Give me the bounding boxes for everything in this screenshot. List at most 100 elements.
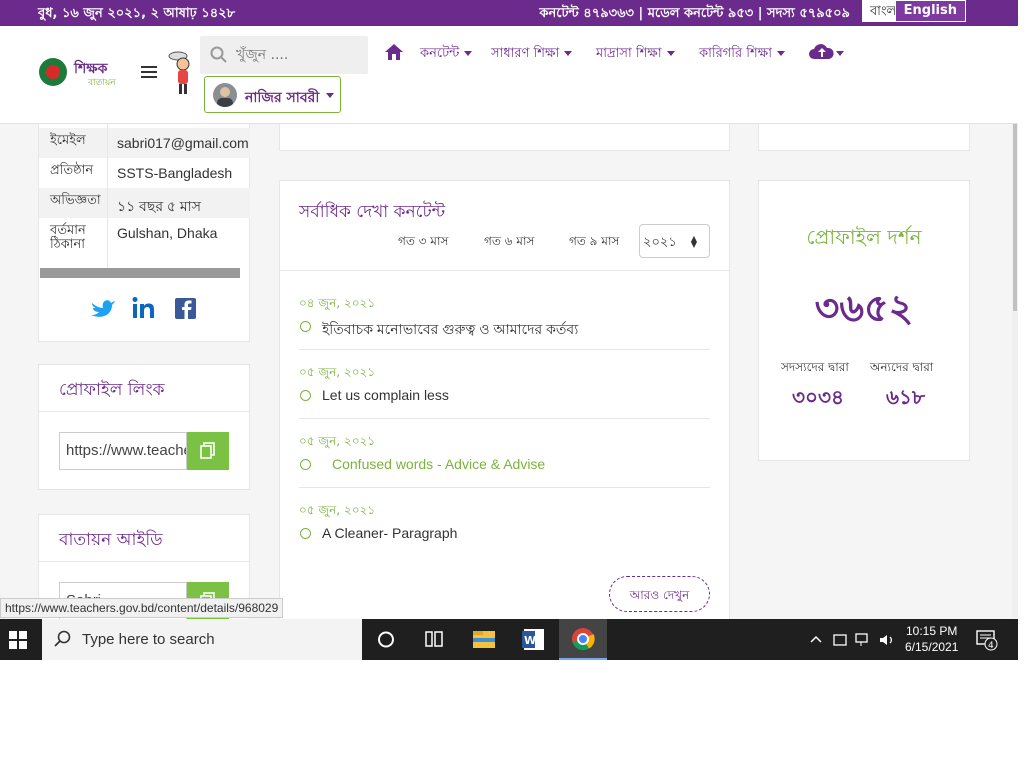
- info-key: প্রতিষ্ঠান: [50, 163, 94, 178]
- others-value: ৬১৮: [886, 385, 925, 409]
- search-icon: [54, 630, 72, 652]
- top-info-bar: বুধ, ১৬ জুন ২০২১, ২ আষাঢ় ১৪২৮ কনটেন্ট ৪…: [0, 0, 1018, 26]
- circle-icon: [300, 459, 311, 470]
- members-label: সদস্যদের দ্বারা: [781, 360, 849, 374]
- task-view-icon[interactable]: [410, 619, 458, 660]
- info-value: SSTS-Bangladesh: [117, 165, 233, 181]
- mascot-image: [168, 48, 198, 98]
- list-item[interactable]: ০৫ জুন, ২০২১ Confused words - Advice & Ad…: [299, 419, 710, 488]
- profile-views-card: প্রোফাইল দর্শন ৩৬৫২ সদস্যদের দ্বারা অন্য…: [758, 180, 970, 461]
- horizontal-scrollbar[interactable]: [40, 268, 240, 278]
- info-row: অভিজ্ঞতা ১১ বছর ৫ মাস: [39, 188, 250, 218]
- site-stats: কনটেন্ট ৪৭৯৩৬৩ | মডেল কনটেন্ট ৯৫৩ | সদস্…: [539, 6, 850, 21]
- copy-link-button[interactable]: [187, 432, 229, 470]
- chevron-down-icon: [564, 51, 573, 56]
- windows-taskbar: Type here to search W 10:15 PM 6/15/2021…: [0, 619, 1018, 660]
- chevron-down-icon: [326, 93, 334, 98]
- item-title[interactable]: Let us complain less: [322, 387, 449, 403]
- menu-technical-education[interactable]: কারিগরি শিক্ষা: [699, 44, 785, 65]
- taskbar-search-placeholder: Type here to search: [82, 631, 215, 648]
- list-item[interactable]: ০৫ জুন, ২০২১ Let us complain less: [299, 350, 710, 419]
- file-explorer-icon[interactable]: [460, 619, 508, 660]
- item-date: ০৫ জুন, ২০২১: [299, 365, 376, 379]
- item-date: ০৫ জুন, ২০২১: [299, 503, 376, 517]
- linkedin-icon: [132, 297, 154, 318]
- circle-icon: [300, 390, 311, 401]
- chevron-down-icon: [464, 51, 473, 56]
- period-9-months[interactable]: গত ৯ মাস: [569, 233, 619, 253]
- upload-cloud-icon[interactable]: [808, 43, 846, 65]
- year-select[interactable]: ২০২১ ▲ ▼: [639, 224, 710, 258]
- card-title: বাতায়ন আইডি: [59, 530, 163, 550]
- menu-label: মাদ্রাসা শিক্ষা: [596, 46, 662, 61]
- word-icon[interactable]: W: [509, 619, 557, 660]
- item-title-hovered[interactable]: Confused words - Advice & Advise: [332, 456, 545, 472]
- system-tray[interactable]: [808, 631, 898, 653]
- profile-link-card: প্রোফাইল লিংক https://www.teachers.gov.b…: [38, 364, 250, 490]
- windows-start-icon[interactable]: [9, 631, 27, 653]
- circle-icon: [300, 321, 311, 332]
- period-3-months[interactable]: গত ৩ মাস: [398, 233, 448, 253]
- item-title[interactable]: ইতিবাচক মনোভাবের গুরুত্ব ও আমাদের কর্তব্…: [322, 318, 578, 342]
- profile-info-card: নম্বর ইমেইলsabri017@gmail.com প্রতিষ্ঠান…: [38, 100, 250, 342]
- period-6-months[interactable]: গত ৬ মাস: [484, 233, 534, 253]
- profile-views-title: প্রোফাইল দর্শন: [806, 225, 922, 249]
- user-name: নাজির সাবরী: [245, 90, 320, 106]
- twitter-icon: [91, 300, 115, 317]
- svg-text:শিক্ষক: শিক্ষক: [73, 59, 109, 77]
- menu-madrasa-education[interactable]: মাদ্রাসা শিক্ষা: [596, 44, 675, 65]
- taskbar-clock[interactable]: 10:15 PM 6/15/2021: [905, 623, 958, 655]
- clock-date: 6/15/2021: [905, 640, 959, 654]
- site-logo[interactable]: শিক্ষক বাতায়ন: [38, 54, 128, 90]
- svg-text:বাতায়ন: বাতায়ন: [87, 78, 116, 88]
- menu-toggle-icon[interactable]: [141, 66, 157, 81]
- info-row: বর্তমান ঠিকানা Gulshan, Dhaka: [39, 218, 250, 268]
- avatar: [213, 83, 237, 107]
- members-value: ৩০৩৪: [792, 385, 844, 409]
- lang-english-button[interactable]: English: [894, 0, 966, 22]
- menu-general-education[interactable]: সাধারণ শিক্ষা: [491, 44, 573, 65]
- scrollbar-thumb[interactable]: [1013, 121, 1017, 311]
- chrome-icon[interactable]: [559, 619, 607, 660]
- item-date: ০৫ জুন, ২০২১: [299, 434, 376, 448]
- menu-content[interactable]: কনটেন্ট: [420, 44, 473, 65]
- user-menu-button[interactable]: নাজির সাবরী: [204, 76, 341, 113]
- social-links: [89, 296, 199, 324]
- info-value: Gulshan, Dhaka: [117, 225, 218, 241]
- copy-icon: [200, 442, 215, 459]
- taskbar-search[interactable]: Type here to search: [42, 619, 362, 660]
- search-icon[interactable]: [210, 46, 228, 68]
- notification-icon[interactable]: 4: [975, 629, 999, 655]
- search-box: [200, 36, 368, 74]
- browser-viewport: বুধ, ১৬ জুন ২০২১, ২ আষাঢ় ১৪২৮ কনটেন্ট ৪…: [0, 0, 1018, 660]
- menu-label: কারিগরি শিক্ষা: [699, 46, 772, 61]
- search-input[interactable]: [236, 45, 356, 65]
- others-label: অন্যদের দ্বারা: [870, 360, 934, 374]
- clock-time: 10:15 PM: [906, 624, 958, 638]
- circle-icon: [300, 528, 311, 539]
- cortana-icon[interactable]: [362, 619, 410, 660]
- info-key: ইমেইল: [50, 133, 86, 148]
- item-date: ০৪ জুন, ২০২১: [299, 296, 376, 310]
- info-key: অভিজ্ঞতা: [50, 193, 101, 208]
- sort-arrows-icon: ▲ ▼: [690, 234, 697, 249]
- info-value: sabri017@gmail.com: [117, 135, 249, 151]
- info-value: ১১ বছর ৫ মাস: [117, 198, 201, 214]
- see-more-button[interactable]: আরও দেখুন: [609, 576, 710, 612]
- item-title[interactable]: A Cleaner- Paragraph: [322, 525, 457, 541]
- notification-count: 4: [988, 641, 994, 651]
- main-navbar: শিক্ষক বাতায়ন নাজির সাবরী: [0, 26, 1018, 124]
- most-viewed-card: সর্বাধিক দেখা কনটেন্ট গত ৩ মাস গত ৬ মাস …: [279, 180, 730, 630]
- svg-text:W: W: [524, 634, 536, 647]
- menu-label: সাধারণ শিক্ষা: [491, 46, 560, 61]
- list-item[interactable]: ০৫ জুন, ২০২১ A Cleaner- Paragraph: [299, 488, 710, 557]
- most-viewed-title: সর্বাধিক দেখা কনটেন্ট: [299, 202, 446, 222]
- profile-views-total: ৩৬৫২: [814, 286, 914, 330]
- home-icon[interactable]: [384, 43, 404, 65]
- chevron-down-icon: [776, 51, 785, 56]
- menu-label: কনটেন্ট: [420, 46, 460, 61]
- list-item[interactable]: ০৪ জুন, ২০২১ ইতিবাচক মনোভাবের গুরুত্ব ও আ…: [299, 281, 710, 350]
- profile-link-field[interactable]: https://www.teachers.gov.bd/profile/sabr…: [59, 432, 187, 470]
- year-value: ২০২১: [643, 235, 677, 250]
- facebook-icon: [175, 298, 196, 319]
